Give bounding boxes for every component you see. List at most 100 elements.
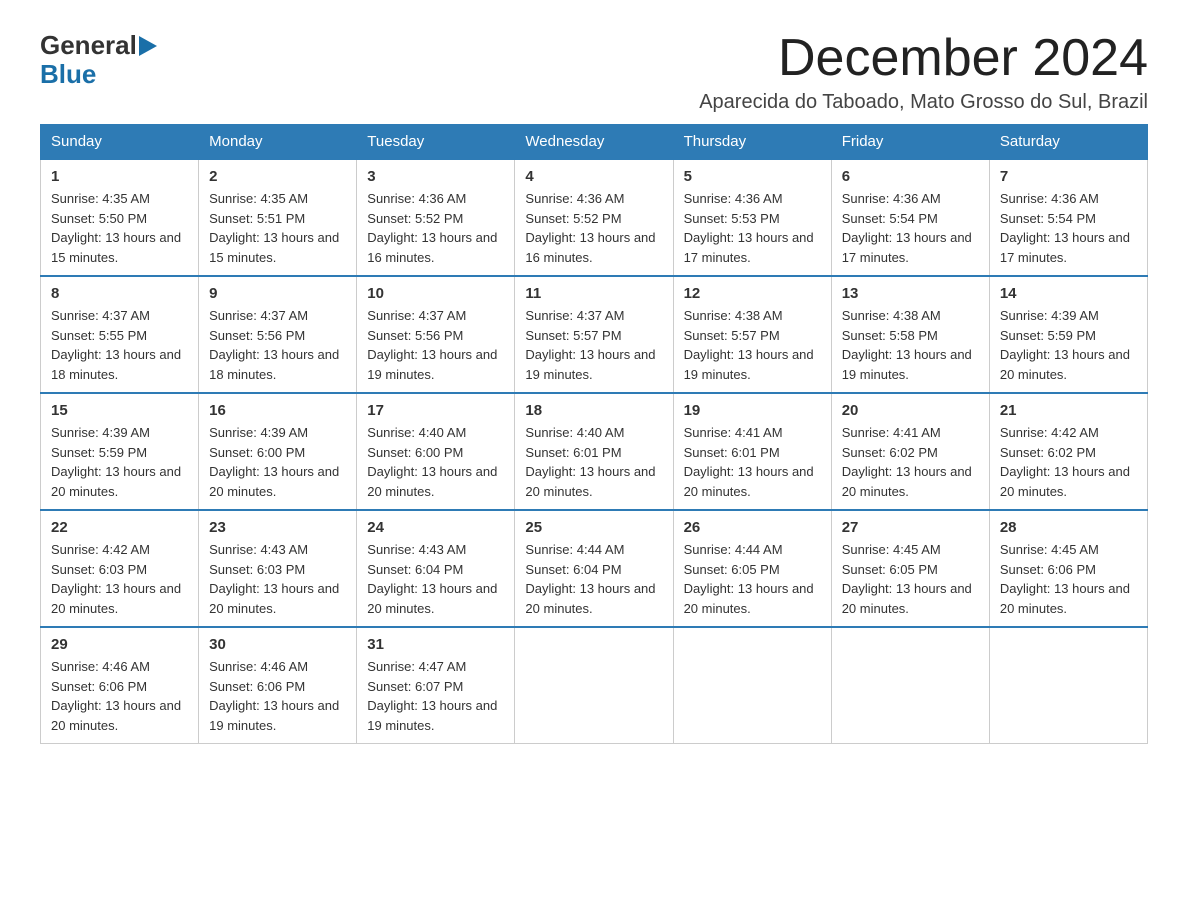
page-header: General Blue December 2024 Aparecida do … [40, 30, 1148, 114]
day-number: 1 [51, 168, 188, 185]
day-number: 8 [51, 285, 188, 302]
calendar-cell: 11Sunrise: 4:37 AMSunset: 5:57 PMDayligh… [515, 276, 673, 393]
calendar-cell: 3 Sunrise: 4:36 AMSunset: 5:52 PMDaylight… [357, 159, 515, 276]
calendar-week-row: 8 Sunrise: 4:37 AMSunset: 5:55 PMDaylight… [41, 276, 1148, 393]
day-info: Sunrise: 4:44 AMSunset: 6:05 PMDaylight:… [684, 540, 821, 618]
calendar-cell: 24 Sunrise: 4:43 AMSunset: 6:04 PMDayligh… [357, 510, 515, 627]
calendar-cell: 31Sunrise: 4:47 AMSunset: 6:07 PMDayligh… [357, 627, 515, 744]
day-number: 7 [1000, 168, 1137, 185]
day-number: 16 [209, 402, 346, 419]
calendar-cell: 5 Sunrise: 4:36 AMSunset: 5:53 PMDaylight… [673, 159, 831, 276]
calendar-cell: 10 Sunrise: 4:37 AMSunset: 5:56 PMDayligh… [357, 276, 515, 393]
calendar-cell: 16 Sunrise: 4:39 AMSunset: 6:00 PMDayligh… [199, 393, 357, 510]
day-info: Sunrise: 4:38 AMSunset: 5:58 PMDaylight:… [842, 306, 979, 384]
location-subtitle: Aparecida do Taboado, Mato Grosso do Sul… [699, 91, 1148, 114]
calendar-cell: 2 Sunrise: 4:35 AMSunset: 5:51 PMDaylight… [199, 159, 357, 276]
day-info: Sunrise: 4:47 AMSunset: 6:07 PMDaylight:… [367, 657, 504, 735]
weekday-header-monday: Monday [199, 125, 357, 160]
day-number: 27 [842, 519, 979, 536]
calendar-cell: 21 Sunrise: 4:42 AMSunset: 6:02 PMDayligh… [989, 393, 1147, 510]
calendar-week-row: 15Sunrise: 4:39 AMSunset: 5:59 PMDayligh… [41, 393, 1148, 510]
day-number: 5 [684, 168, 821, 185]
calendar-cell: 28 Sunrise: 4:45 AMSunset: 6:06 PMDayligh… [989, 510, 1147, 627]
day-number: 17 [367, 402, 504, 419]
day-number: 4 [525, 168, 662, 185]
calendar-cell: 25 Sunrise: 4:44 AMSunset: 6:04 PMDayligh… [515, 510, 673, 627]
day-info: Sunrise: 4:36 AMSunset: 5:52 PMDaylight:… [367, 189, 504, 267]
day-info: Sunrise: 4:43 AMSunset: 6:04 PMDaylight:… [367, 540, 504, 618]
day-info: Sunrise: 4:41 AMSunset: 6:02 PMDaylight:… [842, 423, 979, 501]
day-info: Sunrise: 4:35 AMSunset: 5:51 PMDaylight:… [209, 189, 346, 267]
calendar-cell: 19 Sunrise: 4:41 AMSunset: 6:01 PMDayligh… [673, 393, 831, 510]
day-number: 11 [525, 285, 662, 302]
day-info: Sunrise: 4:37 AMSunset: 5:56 PMDaylight:… [209, 306, 346, 384]
calendar-cell: 23Sunrise: 4:43 AMSunset: 6:03 PMDayligh… [199, 510, 357, 627]
day-number: 14 [1000, 285, 1137, 302]
calendar-cell: 17Sunrise: 4:40 AMSunset: 6:00 PMDayligh… [357, 393, 515, 510]
calendar-week-row: 22 Sunrise: 4:42 AMSunset: 6:03 PMDayligh… [41, 510, 1148, 627]
weekday-header-wednesday: Wednesday [515, 125, 673, 160]
calendar-week-row: 1 Sunrise: 4:35 AMSunset: 5:50 PMDaylight… [41, 159, 1148, 276]
logo-arrow-icon [139, 36, 157, 56]
calendar-cell [515, 627, 673, 744]
day-number: 2 [209, 168, 346, 185]
calendar-week-row: 29 Sunrise: 4:46 AMSunset: 6:06 PMDayligh… [41, 627, 1148, 744]
calendar-cell: 22 Sunrise: 4:42 AMSunset: 6:03 PMDayligh… [41, 510, 199, 627]
calendar-cell: 9Sunrise: 4:37 AMSunset: 5:56 PMDaylight… [199, 276, 357, 393]
calendar-cell [989, 627, 1147, 744]
day-info: Sunrise: 4:46 AMSunset: 6:06 PMDaylight:… [209, 657, 346, 735]
day-number: 12 [684, 285, 821, 302]
day-info: Sunrise: 4:36 AMSunset: 5:54 PMDaylight:… [1000, 189, 1137, 267]
day-number: 24 [367, 519, 504, 536]
day-info: Sunrise: 4:46 AMSunset: 6:06 PMDaylight:… [51, 657, 188, 735]
day-number: 21 [1000, 402, 1137, 419]
day-number: 22 [51, 519, 188, 536]
weekday-header-tuesday: Tuesday [357, 125, 515, 160]
calendar-cell: 18 Sunrise: 4:40 AMSunset: 6:01 PMDayligh… [515, 393, 673, 510]
day-info: Sunrise: 4:41 AMSunset: 6:01 PMDaylight:… [684, 423, 821, 501]
day-info: Sunrise: 4:45 AMSunset: 6:06 PMDaylight:… [1000, 540, 1137, 618]
day-info: Sunrise: 4:36 AMSunset: 5:54 PMDaylight:… [842, 189, 979, 267]
weekday-header-row: SundayMondayTuesdayWednesdayThursdayFrid… [41, 125, 1148, 160]
day-number: 19 [684, 402, 821, 419]
calendar-cell: 6 Sunrise: 4:36 AMSunset: 5:54 PMDaylight… [831, 159, 989, 276]
calendar-cell: 30 Sunrise: 4:46 AMSunset: 6:06 PMDayligh… [199, 627, 357, 744]
calendar-table: SundayMondayTuesdayWednesdayThursdayFrid… [40, 124, 1148, 744]
day-number: 6 [842, 168, 979, 185]
day-number: 10 [367, 285, 504, 302]
weekday-header-saturday: Saturday [989, 125, 1147, 160]
calendar-cell: 15Sunrise: 4:39 AMSunset: 5:59 PMDayligh… [41, 393, 199, 510]
day-info: Sunrise: 4:35 AMSunset: 5:50 PMDaylight:… [51, 189, 188, 267]
logo-blue-text: Blue [40, 61, 96, 87]
day-info: Sunrise: 4:37 AMSunset: 5:55 PMDaylight:… [51, 306, 188, 384]
calendar-cell: 13Sunrise: 4:38 AMSunset: 5:58 PMDayligh… [831, 276, 989, 393]
calendar-cell [831, 627, 989, 744]
day-number: 28 [1000, 519, 1137, 536]
day-info: Sunrise: 4:40 AMSunset: 6:01 PMDaylight:… [525, 423, 662, 501]
calendar-cell: 27Sunrise: 4:45 AMSunset: 6:05 PMDayligh… [831, 510, 989, 627]
day-info: Sunrise: 4:42 AMSunset: 6:02 PMDaylight:… [1000, 423, 1137, 501]
day-info: Sunrise: 4:36 AMSunset: 5:53 PMDaylight:… [684, 189, 821, 267]
day-number: 26 [684, 519, 821, 536]
day-info: Sunrise: 4:36 AMSunset: 5:52 PMDaylight:… [525, 189, 662, 267]
day-number: 18 [525, 402, 662, 419]
calendar-cell: 29 Sunrise: 4:46 AMSunset: 6:06 PMDayligh… [41, 627, 199, 744]
day-number: 29 [51, 636, 188, 653]
day-number: 3 [367, 168, 504, 185]
day-info: Sunrise: 4:39 AMSunset: 6:00 PMDaylight:… [209, 423, 346, 501]
day-info: Sunrise: 4:44 AMSunset: 6:04 PMDaylight:… [525, 540, 662, 618]
day-number: 25 [525, 519, 662, 536]
day-number: 30 [209, 636, 346, 653]
day-info: Sunrise: 4:42 AMSunset: 6:03 PMDaylight:… [51, 540, 188, 618]
logo: General Blue [40, 30, 157, 87]
calendar-cell: 7 Sunrise: 4:36 AMSunset: 5:54 PMDaylight… [989, 159, 1147, 276]
month-year-title: December 2024 [699, 30, 1148, 87]
calendar-cell [673, 627, 831, 744]
day-info: Sunrise: 4:39 AMSunset: 5:59 PMDaylight:… [1000, 306, 1137, 384]
weekday-header-sunday: Sunday [41, 125, 199, 160]
calendar-cell: 26 Sunrise: 4:44 AMSunset: 6:05 PMDayligh… [673, 510, 831, 627]
day-number: 15 [51, 402, 188, 419]
calendar-cell: 8 Sunrise: 4:37 AMSunset: 5:55 PMDaylight… [41, 276, 199, 393]
day-info: Sunrise: 4:37 AMSunset: 5:56 PMDaylight:… [367, 306, 504, 384]
logo-general-text: General [40, 30, 137, 61]
